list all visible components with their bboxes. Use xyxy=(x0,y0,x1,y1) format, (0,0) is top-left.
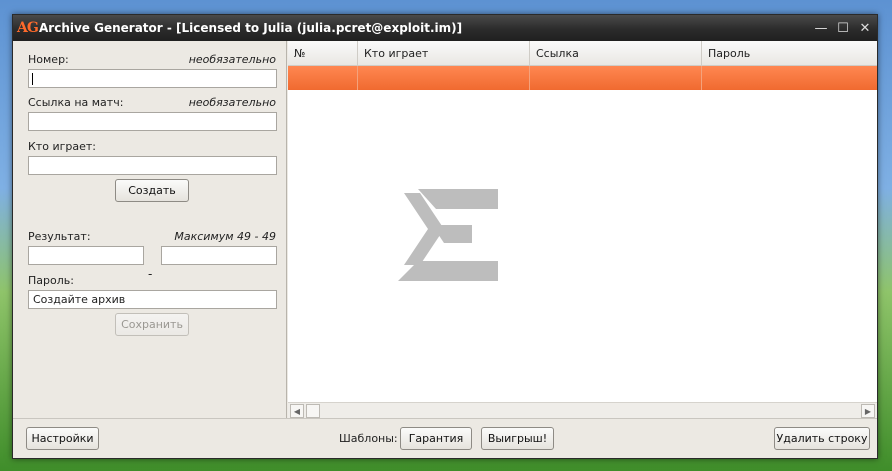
bottom-toolbar: Настройки Шаблоны: Гарантия Выигрыш! Уда… xyxy=(13,418,877,458)
result-hint: Максимум 49 - 49 xyxy=(174,230,276,243)
number-hint: необязательно xyxy=(188,53,276,66)
match-link-label: Ссылка на матч: xyxy=(28,96,124,109)
maximize-icon[interactable]: ☐ xyxy=(833,18,853,38)
table-cell[interactable] xyxy=(288,66,358,90)
result-separator: - xyxy=(148,267,153,281)
column-header-who-plays[interactable]: Кто играет xyxy=(358,41,530,66)
table-cell[interactable] xyxy=(530,66,702,90)
column-header-password[interactable]: Пароль xyxy=(702,41,877,66)
number-label: Номер: xyxy=(28,53,69,66)
window-title: Archive Generator - [Licensed to Julia (… xyxy=(39,21,463,35)
app-window: AG Archive Generator - [Licensed to Juli… xyxy=(12,14,878,459)
app-logo-icon: AG xyxy=(17,20,39,36)
form-panel: Номер: необязательно Ссылка на матч: нео… xyxy=(13,41,287,418)
table-row[interactable] xyxy=(288,66,877,90)
scroll-right-icon[interactable]: ▶ xyxy=(861,404,875,418)
horizontal-scrollbar[interactable]: ◀ ▶ xyxy=(288,402,877,418)
guarantee-button[interactable]: Гарантия xyxy=(400,427,472,450)
table-header: № Кто играет Ссылка Пароль xyxy=(288,41,877,66)
result-label: Результат: xyxy=(28,230,91,243)
scroll-left-icon[interactable]: ◀ xyxy=(290,404,304,418)
match-link-hint: необязательно xyxy=(188,96,276,109)
who-plays-label: Кто играет: xyxy=(28,140,96,153)
main-content: Номер: необязательно Ссылка на матч: нео… xyxy=(13,41,877,418)
title-bar[interactable]: AG Archive Generator - [Licensed to Juli… xyxy=(13,15,877,41)
column-header-number[interactable]: № xyxy=(288,41,358,66)
delete-row-button[interactable]: Удалить строку xyxy=(774,427,870,450)
save-button[interactable]: Сохранить xyxy=(115,313,189,336)
templates-label: Шаблоны: xyxy=(339,432,398,445)
logo-watermark-icon xyxy=(398,189,498,281)
table-cell[interactable] xyxy=(358,66,530,90)
password-input[interactable]: Создайте архив xyxy=(28,290,277,309)
scroll-thumb[interactable] xyxy=(306,404,320,418)
table-cell[interactable] xyxy=(702,66,877,90)
minimize-icon[interactable]: — xyxy=(811,18,831,38)
settings-button[interactable]: Настройки xyxy=(26,427,99,450)
win-button[interactable]: Выигрыш! xyxy=(481,427,554,450)
number-input[interactable] xyxy=(28,69,277,88)
password-label: Пароль: xyxy=(28,274,74,287)
result-right-input[interactable] xyxy=(161,246,277,265)
result-left-input[interactable] xyxy=(28,246,144,265)
create-button[interactable]: Создать xyxy=(115,179,189,202)
column-header-link[interactable]: Ссылка xyxy=(530,41,702,66)
archive-table: № Кто играет Ссылка Пароль ◀ ▶ xyxy=(288,41,877,418)
match-link-input[interactable] xyxy=(28,112,277,131)
who-plays-input[interactable] xyxy=(28,156,277,175)
close-icon[interactable]: ✕ xyxy=(855,18,875,38)
